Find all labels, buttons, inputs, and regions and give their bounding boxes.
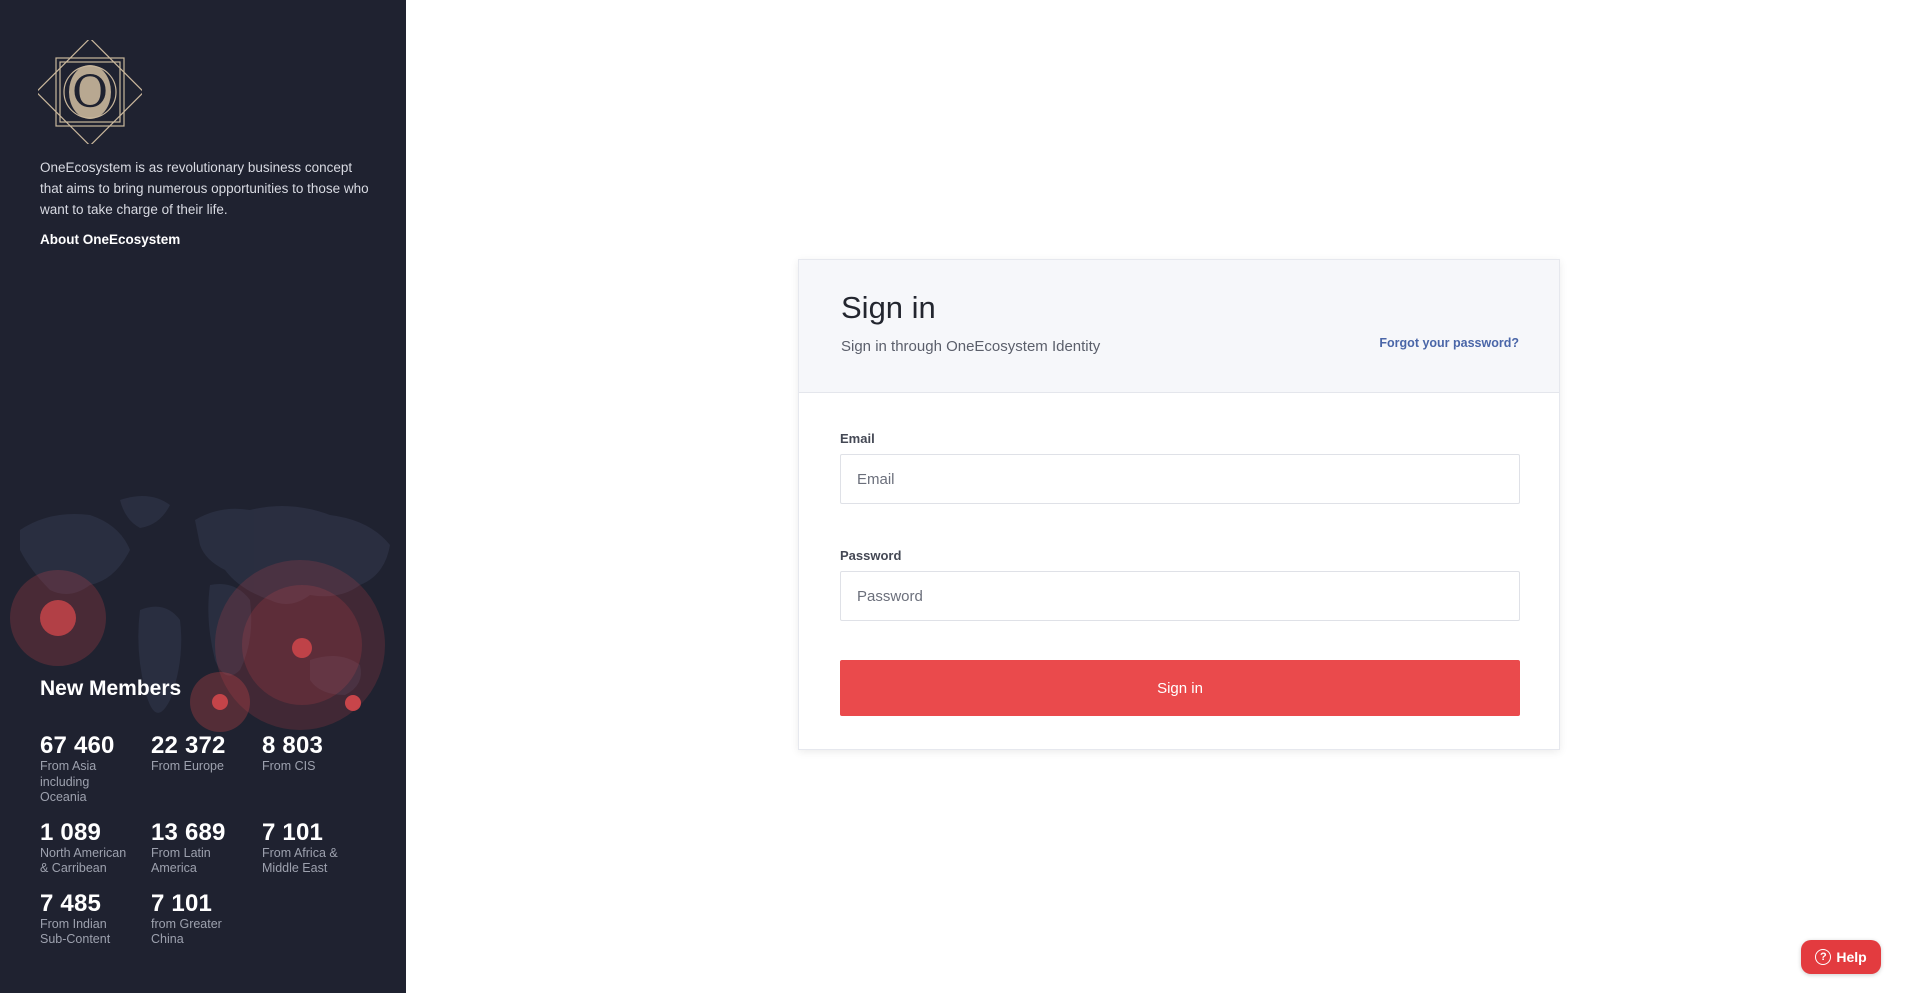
stat-label: North American & Carribean xyxy=(40,845,127,876)
signin-card: Sign in Sign in through OneEcosystem Ide… xyxy=(798,259,1560,750)
stat-value: 67 460 xyxy=(40,732,115,759)
signin-button[interactable]: Sign in xyxy=(840,660,1520,716)
stat-value: 8 803 xyxy=(262,732,324,759)
stat-item: 7 101 From Africa & Middle East xyxy=(262,818,373,877)
forgot-password-link[interactable]: Forgot your password? xyxy=(1379,336,1519,350)
intro-text: OneEcosystem is as revolutionary busines… xyxy=(40,160,369,217)
stat-value: 22 372 xyxy=(151,732,226,759)
password-group: Password xyxy=(840,548,1520,621)
stat-value: 7 101 xyxy=(262,818,324,846)
stat-label: From Europe xyxy=(151,759,224,773)
stat-value: 7 485 xyxy=(40,889,102,917)
sidebar: O OneEcosystem is as revolutionary busin… xyxy=(0,0,406,993)
stat-item: 7 485 From Indian Sub-Content xyxy=(40,889,151,948)
password-label: Password xyxy=(840,548,902,563)
help-button[interactable]: ? Help xyxy=(1801,940,1881,974)
email-group: Email xyxy=(840,431,1520,504)
stat-item: 13 689 From Latin America xyxy=(151,818,262,877)
page-title: Sign in xyxy=(841,290,936,325)
stat-label: From Asia including Oceania xyxy=(40,759,97,804)
stat-item: 8 803 From CIS xyxy=(262,733,373,806)
help-label: Help xyxy=(1836,949,1867,965)
member-stats-grid: 67 460 From Asia including Oceania 22 37… xyxy=(40,733,380,948)
new-members-title: New Members xyxy=(40,677,182,700)
stat-item: 22 372 From Europe xyxy=(151,733,262,806)
email-field[interactable] xyxy=(840,454,1520,504)
stat-item: 7 101 from Greater China xyxy=(151,889,262,948)
password-field[interactable] xyxy=(840,571,1520,621)
stat-label: from Greater China xyxy=(151,916,222,947)
stat-label: From Africa & Middle East xyxy=(262,845,338,876)
stat-value: 1 089 xyxy=(40,818,102,846)
help-circle-icon: ? xyxy=(1815,949,1832,965)
svg-text:O: O xyxy=(72,67,108,118)
stat-value: 7 101 xyxy=(151,889,213,917)
stat-label: From CIS xyxy=(262,759,316,773)
about-oneecosystem-link[interactable]: About OneEcosystem xyxy=(40,232,180,247)
page-subtitle: Sign in through OneEcosystem Identity xyxy=(841,338,1101,355)
email-label: Email xyxy=(840,431,875,446)
stat-item: 67 460 From Asia including Oceania xyxy=(40,733,151,806)
oneecosystem-logo-icon: O xyxy=(38,40,142,144)
stat-item: 1 089 North American & Carribean xyxy=(40,818,151,877)
stat-value: 13 689 xyxy=(151,818,226,846)
stat-label: From Latin America xyxy=(151,845,211,876)
signin-card-header: Sign in Sign in through OneEcosystem Ide… xyxy=(799,260,1559,393)
signin-form: Email Password Sign in xyxy=(799,393,1559,716)
stat-label: From Indian Sub-Content xyxy=(40,916,111,947)
